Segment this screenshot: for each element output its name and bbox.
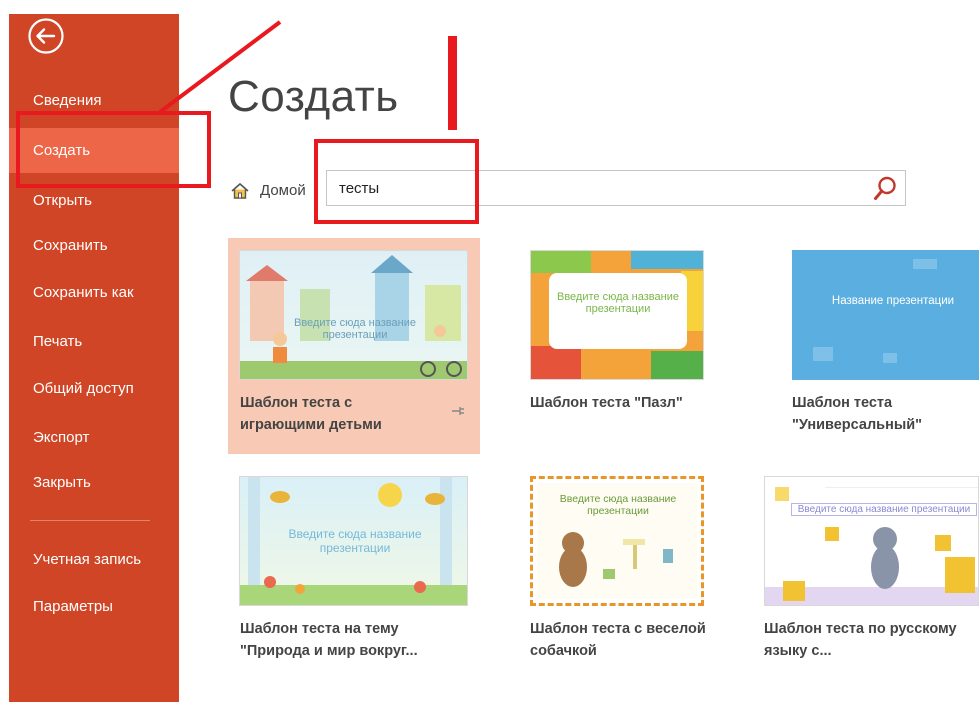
template-caption: Шаблон теста с веселой собачкой	[530, 621, 706, 659]
nav-item-share[interactable]: Общий доступ	[9, 366, 179, 411]
template-thumbnail: Введите сюда название презентации	[530, 476, 704, 606]
backstage-sidebar: Сведения Создать Открыть Сохранить Сохра…	[0, 0, 179, 702]
template-tile[interactable]: Введите сюда название презентации Шаблон…	[518, 464, 758, 674]
nav-item-print[interactable]: Печать	[9, 319, 179, 364]
home-icon[interactable]	[230, 181, 250, 201]
search-input[interactable]	[339, 171, 859, 205]
thumbnail-art	[240, 255, 467, 379]
template-caption: Шаблон теста по русскому языку с...	[764, 621, 957, 659]
nav-item-open[interactable]: Открыть	[9, 178, 179, 223]
nav-item-close[interactable]: Закрыть	[9, 460, 179, 505]
page-title: Создать	[228, 72, 399, 121]
template-thumbnail: Введите сюда название презентации	[764, 476, 979, 606]
thumbnail-title: Название презентации	[831, 295, 955, 307]
sidebar-divider	[30, 520, 150, 521]
annotation-bar	[448, 36, 457, 130]
thumbnail-title: Введите сюда название презентации	[288, 527, 422, 555]
thumbnail-title: Введите сюда название презентации	[294, 317, 416, 341]
template-caption: Шаблон теста с играющими детьми	[240, 395, 382, 433]
nav-item-export[interactable]: Экспорт	[9, 415, 179, 460]
template-caption: Шаблон теста "Универсальный"	[792, 395, 923, 433]
thumbnail-title: Введите сюда название презентации	[557, 291, 679, 315]
thumbnail-art	[765, 487, 978, 605]
template-tile[interactable]: Введите сюда название презентации Шаблон…	[228, 464, 480, 674]
search-icon[interactable]	[873, 176, 897, 202]
nav-item-info[interactable]: Сведения	[9, 78, 179, 123]
thumbnail-title: Введите сюда название презентации	[559, 493, 677, 517]
nav-item-account[interactable]: Учетная запись	[9, 537, 179, 582]
template-thumbnail: Введите сюда название презентации	[239, 250, 468, 380]
template-tile[interactable]: Введите сюда название презентации Шаблон…	[228, 238, 480, 454]
template-caption: Шаблон теста на тему "Природа и мир вокр…	[240, 621, 418, 659]
pin-icon[interactable]	[452, 406, 466, 416]
thumbnail-art	[531, 251, 703, 379]
nav-item-new[interactable]: Создать	[9, 128, 179, 173]
nav-item-options[interactable]: Параметры	[9, 584, 179, 629]
nav-item-save-as[interactable]: Сохранить как	[9, 270, 179, 315]
template-tile[interactable]: Введите сюда название презентации Шаблон…	[752, 464, 979, 674]
template-thumbnail: Введите сюда название презентации	[239, 476, 468, 606]
template-caption: Шаблон теста "Пазл"	[530, 395, 683, 411]
template-tile[interactable]: Название презентации Шаблон теста "Униве…	[780, 238, 979, 454]
template-thumbnail: Название презентации	[792, 250, 979, 380]
thumbnail-title: Введите сюда название презентации	[791, 503, 977, 516]
back-arrow-icon[interactable]	[27, 17, 65, 55]
template-tile[interactable]: Введите сюда название презентации Шаблон…	[518, 238, 758, 454]
thumbnail-art	[793, 251, 979, 379]
breadcrumb-home[interactable]: Домой	[260, 182, 306, 199]
nav-item-save[interactable]: Сохранить	[9, 223, 179, 268]
template-thumbnail: Введите сюда название презентации	[530, 250, 704, 380]
template-search-box[interactable]	[326, 170, 906, 206]
